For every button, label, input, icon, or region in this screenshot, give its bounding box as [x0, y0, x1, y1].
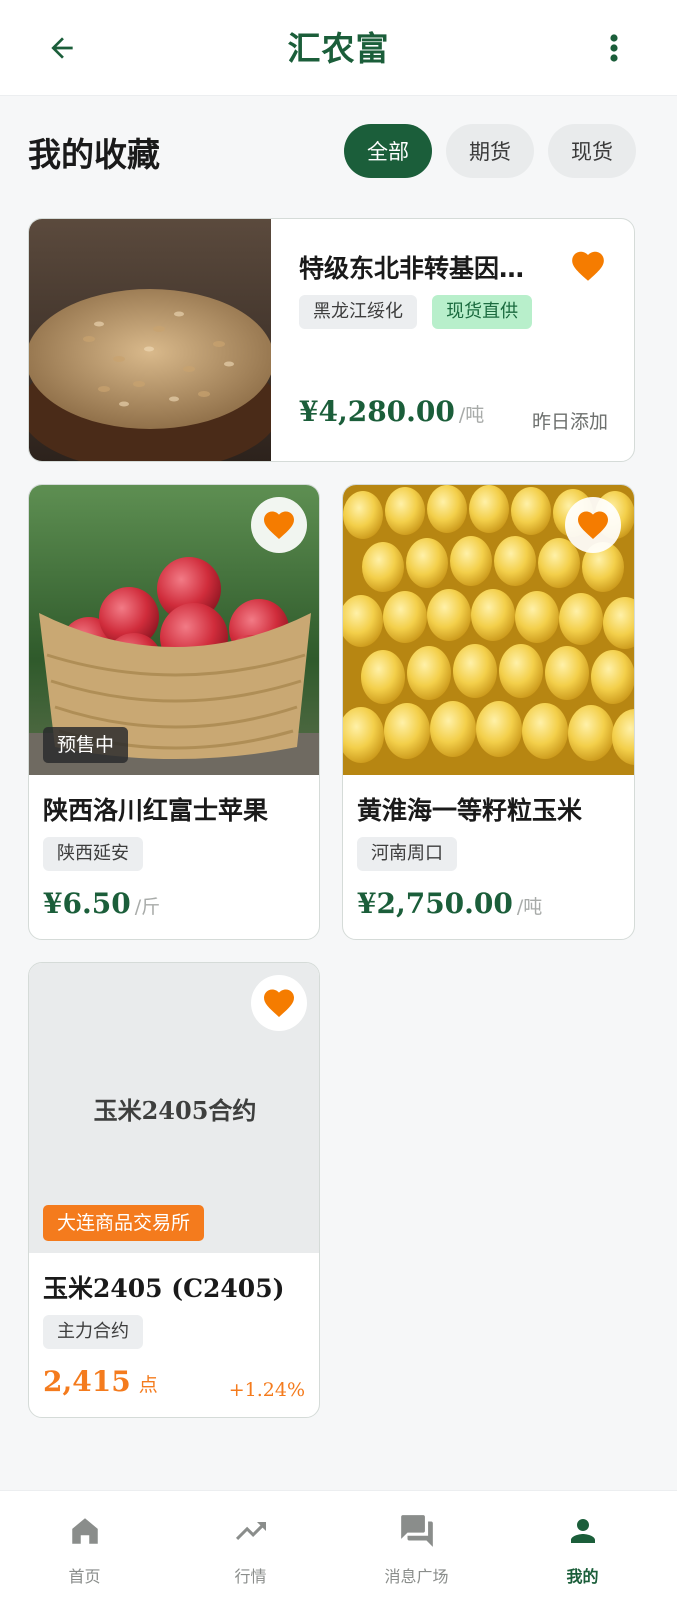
location-tag: 河南周口	[357, 837, 457, 871]
app-title: 汇农富	[287, 29, 390, 68]
price-row: 2,415 点	[43, 1365, 158, 1398]
favorite-card-apple[interactable]: 预售中 陕西洛川红富士苹果 陕西延安 ¥6.50/斤	[28, 484, 320, 940]
tag-row: 陕西延安	[43, 837, 143, 871]
nav-label: 首页	[68, 1567, 101, 1586]
price-unit: /斤	[134, 896, 161, 918]
favorite-card-corn[interactable]: 黄淮海一等籽粒玉米 河南周口 ¥2,750.00/吨	[342, 484, 635, 940]
price-change: +1.24%	[228, 1379, 305, 1401]
person-icon	[570, 1519, 595, 1543]
price-unit: /吨	[516, 896, 543, 918]
presale-badge: 预售中	[43, 727, 129, 763]
product-title: 特级东北非转基因…	[299, 254, 525, 283]
more-button[interactable]	[599, 28, 629, 68]
heart-icon	[578, 511, 608, 540]
page-title: 我的收藏	[28, 135, 160, 174]
favorite-button[interactable]	[569, 247, 609, 287]
forum-icon	[400, 1515, 433, 1547]
tab-futures[interactable]: 期货	[446, 124, 534, 178]
nav-market[interactable]: 行情	[166, 1491, 335, 1600]
more-vertical-icon	[610, 34, 618, 62]
price-row: ¥6.50/斤	[43, 887, 160, 920]
product-title: 陕西洛川红富士苹果	[43, 796, 269, 825]
location-tag: 陕西延安	[43, 837, 143, 871]
favorite-card-wheat[interactable]: 特级东北非转基因… 黑龙江绥化 现货直供 ¥4,280.00/吨 昨日添加	[28, 218, 635, 462]
nav-label: 我的	[566, 1567, 599, 1586]
app-header: 汇农富	[0, 0, 677, 96]
heart-icon	[264, 511, 294, 540]
tab-spot[interactable]: 现货	[548, 124, 636, 178]
tab-all[interactable]: 全部	[344, 124, 432, 178]
favorite-button[interactable]	[565, 497, 621, 553]
contract-tag: 主力合约	[43, 1315, 143, 1349]
price: ¥6.50	[43, 887, 131, 920]
tag-row: 主力合约	[43, 1315, 143, 1349]
nav-home[interactable]: 首页	[0, 1491, 169, 1600]
bottom-nav: 首页 行情 消息广场 我的	[0, 1490, 677, 1600]
heart-icon	[572, 251, 604, 281]
price: ¥2,750.00	[357, 887, 513, 920]
price-row: ¥4,280.00/吨	[299, 395, 484, 428]
tag-row: 黑龙江绥化 现货直供	[299, 295, 533, 329]
contract-placeholder-text: 玉米2405合约	[93, 1096, 257, 1125]
trending-up-icon	[235, 1522, 266, 1540]
price: 2,415	[43, 1365, 131, 1398]
price: ¥4,280.00	[299, 395, 455, 428]
exchange-badge: 大连商品交易所	[43, 1205, 205, 1241]
favorite-card-corn-futures[interactable]: 玉米2405合约 大连商品交易所 玉米2405 (C2405) 主力合约 2,4…	[28, 962, 320, 1418]
tag-row: 河南周口	[357, 837, 457, 871]
heart-icon	[264, 989, 294, 1018]
supply-tag: 现货直供	[432, 295, 533, 329]
nav-messages[interactable]: 消息广场	[332, 1491, 501, 1600]
nav-label: 消息广场	[384, 1567, 449, 1586]
price-row: ¥2,750.00/吨	[357, 887, 542, 920]
product-image-wheat	[29, 219, 271, 461]
favorite-button[interactable]	[251, 497, 307, 553]
added-time: 昨日添加	[531, 411, 608, 433]
product-title: 黄淮海一等籽粒玉米	[357, 796, 583, 825]
price-unit: /吨	[458, 404, 485, 426]
nav-profile[interactable]: 我的	[498, 1491, 667, 1600]
price-unit: 点	[138, 1374, 158, 1396]
favorite-button[interactable]	[251, 975, 307, 1031]
product-title: 玉米2405 (C2405)	[43, 1274, 285, 1303]
nav-label: 行情	[234, 1567, 267, 1586]
location-tag: 黑龙江绥化	[299, 295, 417, 329]
home-icon	[71, 1518, 98, 1544]
